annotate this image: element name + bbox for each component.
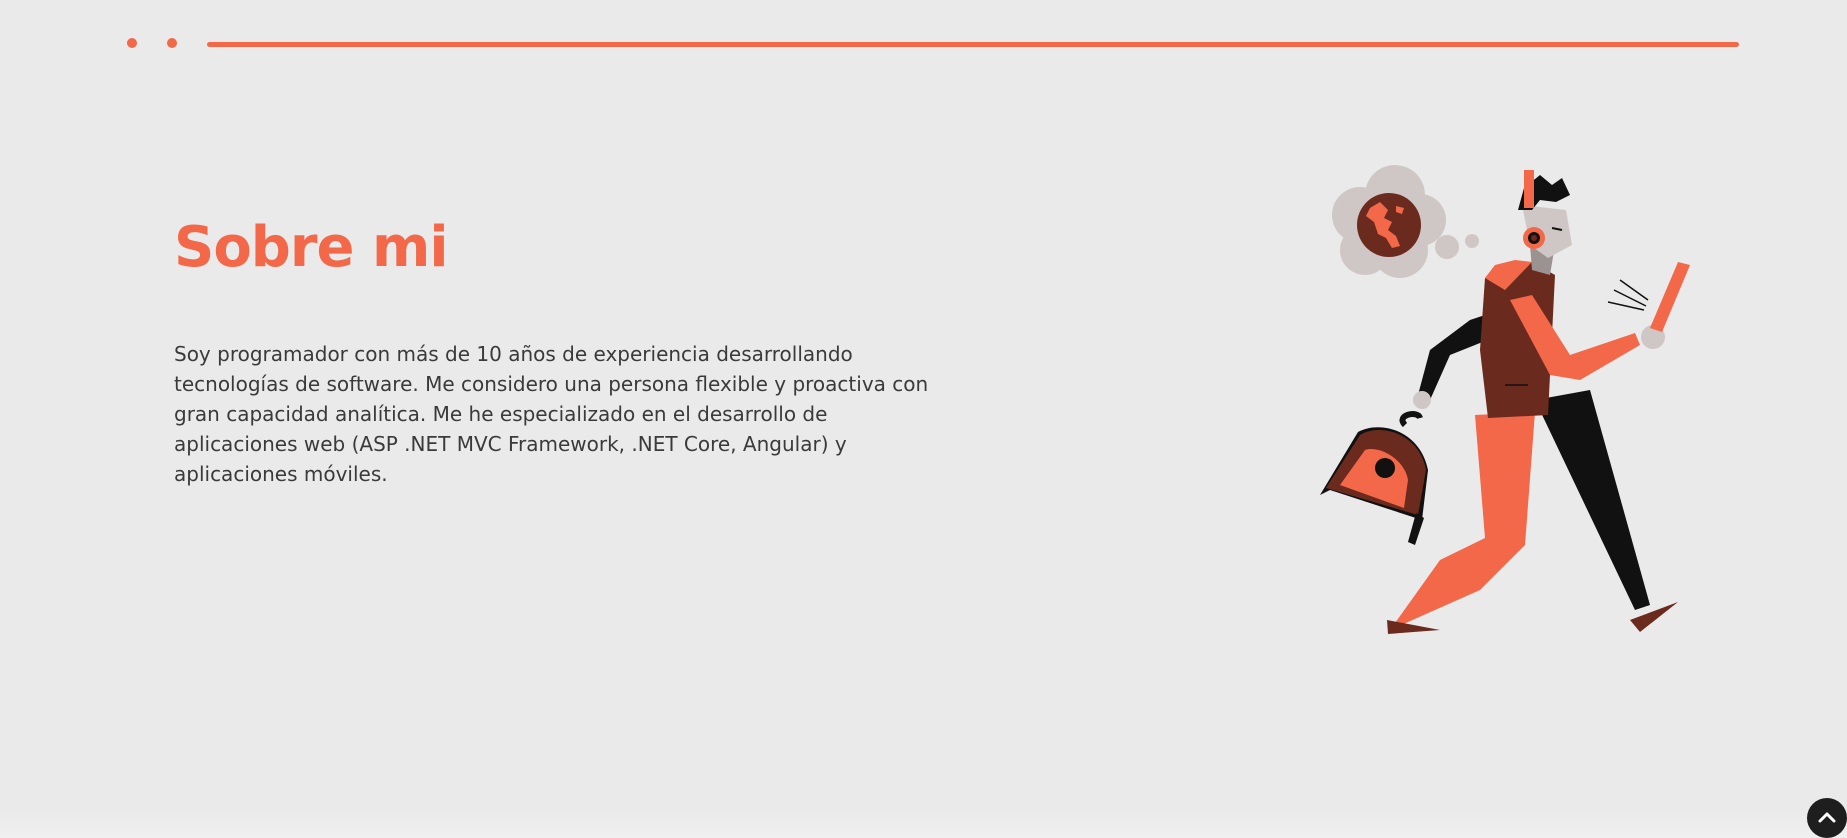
backpack: [1320, 411, 1428, 545]
header-dot: [167, 38, 177, 48]
about-page: Sobre mi Soy programador con más de 10 a…: [0, 0, 1847, 838]
walking-man-illustration: [1320, 165, 1690, 634]
about-title: Sobre mi: [174, 215, 449, 280]
bottom-fade: [0, 812, 1847, 838]
header-decoration: [124, 37, 1740, 51]
header-line: [207, 42, 1739, 47]
about-description: Soy programador con más de 10 años de ex…: [174, 342, 929, 486]
globe-icon: [1357, 193, 1421, 257]
header-dot: [127, 38, 137, 48]
scroll-to-top-button[interactable]: [1807, 798, 1847, 838]
chevron-up-icon: [1818, 812, 1836, 823]
